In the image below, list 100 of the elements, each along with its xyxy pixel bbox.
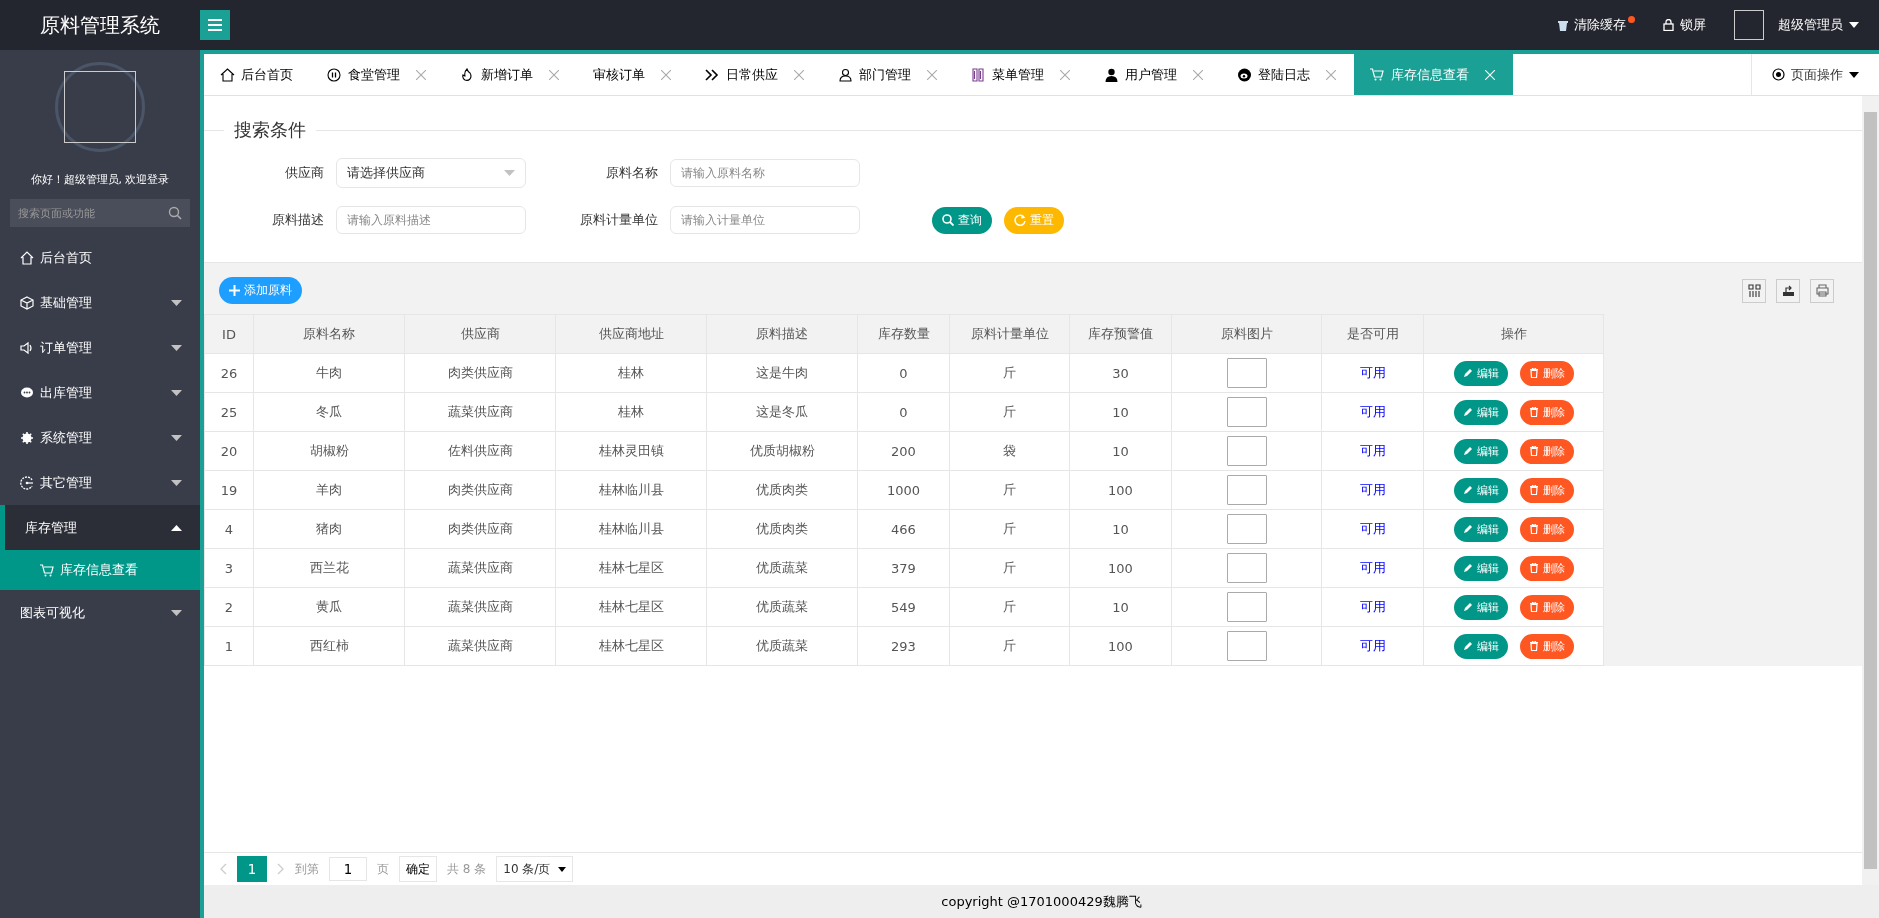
page-button[interactable]: 1 <box>237 856 267 882</box>
nav-item[interactable]: 库存管理 <box>0 505 200 550</box>
export-button[interactable] <box>1776 278 1800 303</box>
table-cell: 优质蔬菜 <box>706 548 858 588</box>
table-cell: 100 <box>1069 470 1172 510</box>
page-tab[interactable]: 新增订单 <box>444 54 577 95</box>
table-cell: 466 <box>857 509 950 549</box>
table-cell: 斤 <box>949 470 1070 510</box>
tab-icon <box>327 67 342 82</box>
page-tab[interactable]: 日常供应 <box>689 54 822 95</box>
edit-button[interactable]: 编辑 <box>1453 516 1508 542</box>
table-cell: 斤 <box>949 587 1070 627</box>
table-cell: 20 <box>204 431 254 471</box>
nav-item[interactable]: 订单管理 <box>0 325 200 370</box>
edit-button[interactable]: 编辑 <box>1453 555 1508 581</box>
printer-icon <box>1815 284 1829 297</box>
pencil-icon <box>1462 368 1473 378</box>
previous-page-icon[interactable] <box>219 863 227 875</box>
page-tab[interactable]: 食堂管理 <box>311 54 444 95</box>
pencil-icon <box>1462 407 1473 417</box>
table-cell: 西红柿 <box>253 626 405 666</box>
close-icon[interactable] <box>794 69 804 80</box>
trash-icon <box>1528 485 1539 495</box>
nav-item[interactable]: 其它管理 <box>0 460 200 505</box>
table-cell: 0 <box>857 353 950 393</box>
table-cell: 200 <box>857 431 950 471</box>
edit-button[interactable]: 编辑 <box>1453 438 1508 464</box>
close-icon[interactable] <box>549 69 559 80</box>
page-tab[interactable]: 登陆日志 <box>1221 54 1354 95</box>
input-field[interactable]: 请输入计量单位 <box>670 206 860 234</box>
page-actions-dropdown[interactable]: 页面操作 <box>1751 54 1879 95</box>
page-tab[interactable]: 用户管理 <box>1088 54 1221 95</box>
confirm-button[interactable]: 确定 <box>399 856 437 882</box>
sidebar-search-field[interactable]: 搜索页面或功能 <box>10 199 190 227</box>
edit-button[interactable]: 编辑 <box>1453 399 1508 425</box>
table-cell: 蔬菜供应商 <box>404 587 556 627</box>
search-icon[interactable] <box>168 206 182 220</box>
query-button[interactable]: 查询 <box>932 206 992 234</box>
print-button[interactable] <box>1810 278 1834 303</box>
nav-item[interactable]: 基础管理 <box>0 280 200 325</box>
edit-button[interactable]: 编辑 <box>1453 477 1508 503</box>
table-cell: 379 <box>857 548 950 588</box>
columns-button[interactable] <box>1742 278 1766 303</box>
user-menu[interactable]: 超级管理员 <box>1778 16 1859 34</box>
page-number-field[interactable]: 1 <box>329 857 367 881</box>
page-tab[interactable]: 部门管理 <box>822 54 955 95</box>
tab-icon <box>220 67 235 82</box>
table-cell: 胡椒粉 <box>253 431 405 471</box>
edit-button[interactable]: 编辑 <box>1453 594 1508 620</box>
total-count: 共 8 条 <box>447 860 487 878</box>
edit-button[interactable]: 编辑 <box>1453 360 1508 386</box>
user-avatar-placeholder[interactable] <box>1734 10 1764 40</box>
caret-icon <box>558 866 567 872</box>
nav-label: 其它管理 <box>40 473 93 492</box>
caret-icon <box>171 389 182 396</box>
close-icon[interactable] <box>1193 69 1203 80</box>
input-field[interactable]: 请输入原料描述 <box>336 206 526 234</box>
next-page-icon[interactable] <box>277 863 285 875</box>
app-title: 原料管理系统 <box>39 11 161 39</box>
pencil-icon <box>1462 563 1473 573</box>
input-field[interactable]: 请输入原料名称 <box>670 159 860 187</box>
nav-item[interactable]: 出库管理 <box>0 370 200 415</box>
greeting-text: 你好！超级管理员, 欢迎登录 <box>30 172 170 187</box>
availability-text: 可用 <box>1321 548 1424 588</box>
table-cell: 10 <box>1069 587 1172 627</box>
caret-icon <box>504 170 515 176</box>
nav-icon <box>20 475 34 490</box>
close-icon[interactable] <box>927 69 937 80</box>
close-icon[interactable] <box>416 69 426 80</box>
edit-button[interactable]: 编辑 <box>1453 633 1508 659</box>
close-icon[interactable] <box>1060 69 1070 80</box>
nav-item[interactable]: 后台首页 <box>0 235 200 280</box>
column-header: 原料名称 <box>253 314 405 354</box>
supplier-select[interactable]: 请选择供应商 <box>336 158 526 188</box>
tab-label: 后台首页 <box>241 65 293 84</box>
table-cell: 蔬菜供应商 <box>404 392 556 432</box>
nav-label: 出库管理 <box>40 383 93 402</box>
nav-item[interactable]: 图表可视化 <box>0 590 200 635</box>
notification-dot <box>1628 15 1635 23</box>
table-cell: 肉类供应商 <box>404 353 556 393</box>
close-icon[interactable] <box>1326 69 1336 80</box>
tab-icon <box>1237 67 1252 82</box>
nav-subitem[interactable]: 库存信息查看 <box>0 550 200 590</box>
page-tab[interactable]: 后台首页 <box>204 54 311 95</box>
close-icon[interactable] <box>661 69 671 80</box>
page-tab[interactable]: 审核订单 <box>577 54 689 95</box>
clear-cache-link[interactable]: 清除缓存 <box>1558 16 1626 34</box>
nav-label: 系统管理 <box>40 428 93 447</box>
page-size-select[interactable]: 10 条/页 <box>496 856 574 882</box>
menu-button[interactable] <box>200 10 230 40</box>
nav-item[interactable]: 系统管理 <box>0 415 200 460</box>
cart-icon <box>40 563 54 577</box>
radio-dot-icon <box>1772 68 1785 81</box>
availability-text: 可用 <box>1321 353 1424 393</box>
table-cell: 桂林 <box>555 392 707 432</box>
caret-icon <box>171 344 182 351</box>
lock-screen-link[interactable]: 锁屏 <box>1663 16 1706 34</box>
page-tab[interactable]: 菜单管理 <box>955 54 1088 95</box>
nav-icon <box>20 250 34 265</box>
scrollbar[interactable] <box>1862 96 1879 885</box>
